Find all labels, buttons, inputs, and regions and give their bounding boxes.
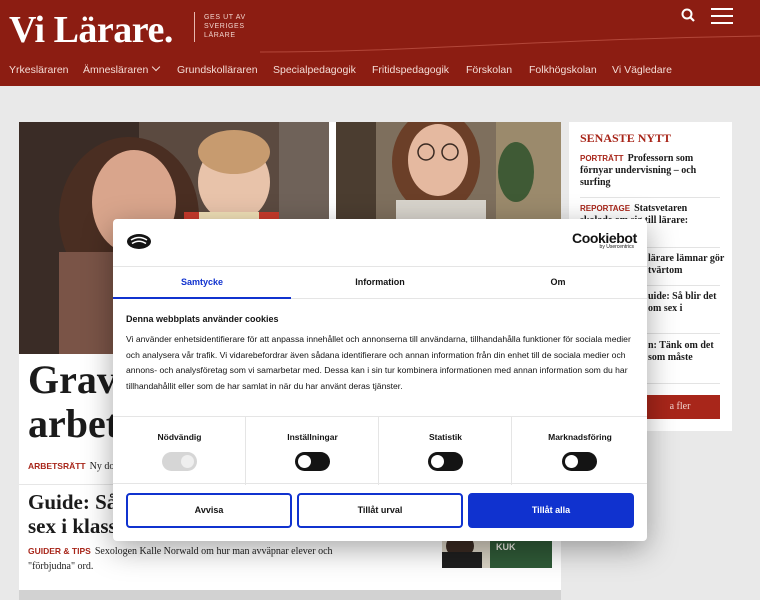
nav-item-vi-vagledare[interactable]: Vi Vägledare — [612, 64, 672, 76]
nav-item-folkhogskolan[interactable]: Folkhögskolan — [529, 64, 597, 76]
article-category-tag[interactable]: ARBETSRÄTT — [28, 461, 86, 471]
category-label: Inställningar — [287, 432, 338, 442]
nav-item-grundskollararen[interactable]: Grundskolläraren — [177, 64, 258, 76]
article-photo-woman-glasses[interactable] — [336, 122, 561, 222]
allow-all-button[interactable]: Tillåt alla — [468, 493, 634, 528]
toggle-knob — [431, 455, 444, 468]
toggle-knob — [181, 455, 194, 468]
show-more-label: a fler — [669, 401, 691, 412]
next-article-strip — [19, 590, 561, 600]
nav-item-label: Ämnesläraren — [83, 64, 149, 76]
logo-subtitle: GES UT AV SVERIGES LÄRARE — [204, 14, 246, 39]
sidebar-title: SENASTE NYTT — [580, 131, 672, 145]
category-nodvandig: Nödvändig — [113, 417, 246, 485]
sidebar-news-item[interactable]: n: Tänk om det som måste — [648, 340, 728, 364]
toggle-nodvandig — [162, 452, 197, 471]
article-tagline-2: GUIDER & TIPS Sexologen Kalle Norwald om … — [28, 544, 373, 574]
cookie-tabs: Samtycke Information Om — [113, 266, 647, 299]
category-label: Marknadsföring — [548, 432, 612, 442]
article-thumbnail[interactable]: KUK — [442, 538, 552, 568]
thumbnail-chalkboard-text: KUK — [496, 542, 516, 552]
divider — [580, 197, 720, 198]
chevron-down-icon — [152, 62, 161, 72]
article-tagline-1: ARBETSRÄTT Ny dom — [28, 461, 123, 472]
category-installningar: Inställningar — [246, 417, 379, 485]
article-headline-1[interactable]: Grav arbet — [28, 358, 123, 446]
nav-item-fritidspedagogik[interactable]: Fritidspedagogik — [372, 64, 449, 76]
logo-divider — [194, 12, 195, 42]
tab-samtycke[interactable]: Samtycke — [113, 267, 291, 299]
cookie-categories: Nödvändig Inställningar Statistik Markna… — [113, 416, 647, 485]
cookie-dialog-body: Vi använder enhetsidentifierare för att … — [126, 334, 631, 391]
toggle-knob — [565, 455, 578, 468]
main-nav: Yrkesläraren Ämnesläraren Grundskollärar… — [0, 60, 760, 82]
toggle-installningar[interactable] — [295, 452, 330, 471]
nav-item-forskolan[interactable]: Förskolan — [466, 64, 512, 76]
toggle-marknadsforing[interactable] — [562, 452, 597, 471]
tab-information[interactable]: Information — [291, 267, 469, 299]
nav-item-amneslararen[interactable]: Ämnesläraren — [83, 62, 161, 76]
nav-item-specialpedagogik[interactable]: Specialpedagogik — [273, 64, 356, 76]
search-icon[interactable] — [680, 7, 698, 25]
tab-om[interactable]: Om — [469, 267, 647, 299]
toggle-knob — [298, 455, 311, 468]
category-statistik: Statistik — [379, 417, 512, 485]
cookiebot-logo-icon — [126, 233, 152, 250]
hamburger-menu-icon[interactable] — [711, 8, 733, 24]
reject-button[interactable]: Avvisa — [126, 493, 292, 528]
cookie-dialog-title: Denna webbplats använder cookies — [126, 314, 279, 324]
category-label: Statistik — [428, 432, 463, 442]
cookiebot-brand[interactable]: Cookiebot by Usercentrics — [572, 230, 637, 250]
category-label: Nödvändig — [157, 432, 202, 442]
news-tag: PORTRÄTT — [580, 154, 624, 163]
site-logo[interactable]: Vi Lärare. — [9, 8, 173, 52]
nav-item-yrkeslararen[interactable]: Yrkesläraren — [9, 64, 69, 76]
sidebar-news-item[interactable]: uide: Så blir det om sex i — [648, 291, 728, 315]
masthead: Vi Lärare. GES UT AV SVERIGES LÄRARE Yrk… — [0, 0, 760, 86]
sidebar-news-item[interactable]: lärare lämnar gör tvärtom — [648, 253, 728, 277]
article-category-tag[interactable]: GUIDER & TIPS — [28, 546, 91, 556]
category-marknadsforing: Marknadsföring — [513, 417, 647, 485]
allow-selection-button[interactable]: Tillåt urval — [297, 493, 463, 528]
toggle-statistik[interactable] — [428, 452, 463, 471]
news-tag: REPORTAGE — [580, 204, 631, 213]
sidebar-news-item[interactable]: PORTRÄTT Professorn som förnyar undervisn… — [580, 153, 720, 189]
